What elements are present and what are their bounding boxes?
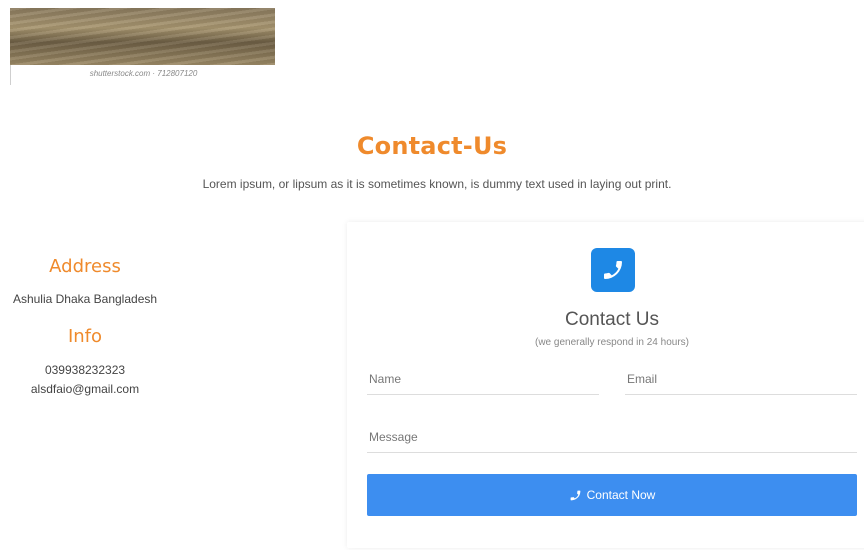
page-subtitle: Lorem ipsum, or lipsum as it is sometime… bbox=[202, 177, 672, 191]
address-heading: Address bbox=[49, 256, 121, 277]
message-input[interactable]: Message bbox=[367, 426, 857, 453]
message-placeholder: Message bbox=[369, 430, 418, 444]
info-block: 039938232323 alsdfaio@gmail.com bbox=[0, 361, 170, 399]
phone-icon bbox=[570, 490, 581, 500]
contact-now-label: Contact Now bbox=[586, 488, 656, 502]
phone-icon bbox=[591, 248, 635, 292]
contact-card: Contact Us (we generally respond in 24 h… bbox=[347, 222, 864, 548]
form-title: Contact Us bbox=[565, 309, 659, 330]
info-heading-wrap: Info bbox=[0, 326, 170, 347]
form-subtitle: (we generally respond in 24 hours) bbox=[535, 337, 689, 348]
hero-caption: shutterstock.com · 712807120 bbox=[89, 69, 198, 78]
page-title: Contact-Us bbox=[356, 132, 508, 160]
info-heading: Info bbox=[67, 326, 103, 347]
name-placeholder: Name bbox=[369, 372, 402, 386]
info-phone: 039938232323 bbox=[44, 363, 126, 377]
email-placeholder: Email bbox=[627, 372, 658, 386]
address-heading-wrap: Address bbox=[0, 256, 170, 277]
hero-caption-wrap: shutterstock.com · 712807120 bbox=[10, 65, 276, 85]
address-text: Ashulia Dhaka Bangladesh bbox=[12, 292, 158, 306]
email-input[interactable]: Email bbox=[625, 368, 857, 395]
info-email: alsdfaio@gmail.com bbox=[30, 382, 140, 396]
contact-now-button[interactable]: Contact Now bbox=[367, 474, 857, 516]
hero-image bbox=[10, 8, 275, 65]
address-text-wrap: Ashulia Dhaka Bangladesh bbox=[0, 290, 170, 309]
name-input[interactable]: Name bbox=[367, 368, 599, 395]
